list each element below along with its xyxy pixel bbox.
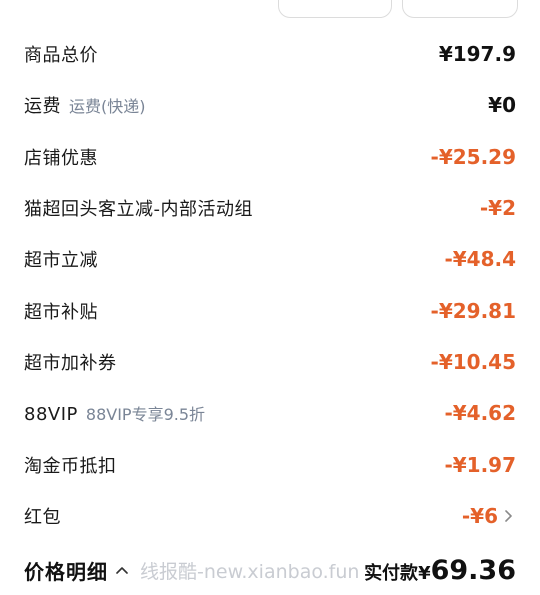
price-detail-toggle-label[interactable]: 价格明细 bbox=[24, 556, 108, 585]
price-row-returning-customer: 猫超回头客立减-内部活动组 -¥2 bbox=[24, 190, 516, 226]
price-row-store-discount: 店铺优惠 -¥25.29 bbox=[24, 139, 516, 175]
row-label-group: 运费 运费(快递) bbox=[24, 92, 146, 118]
row-label: 商品总价 bbox=[24, 45, 98, 66]
price-row-supermarket-cut: 超市立减 -¥48.4 bbox=[24, 241, 516, 277]
row-label: 超市加补券 bbox=[24, 353, 117, 374]
row-label-group: 88VIP 88VIP专享9.5折 bbox=[24, 401, 205, 425]
row-label: 超市补贴 bbox=[24, 302, 98, 323]
price-row-shipping: 运费 运费(快递) ¥0 bbox=[24, 87, 516, 123]
chevron-up-icon[interactable] bbox=[114, 562, 130, 578]
top-button-row bbox=[0, 0, 540, 18]
row-label: 店铺优惠 bbox=[24, 148, 98, 169]
price-row-extra-coupon: 超市加补券 -¥10.45 bbox=[24, 344, 516, 380]
row-label-group: 超市立减 bbox=[24, 246, 98, 272]
top-action-button-left[interactable] bbox=[278, 0, 392, 18]
row-amount: -¥1.97 bbox=[444, 453, 516, 477]
row-label-group: 淘金币抵扣 bbox=[24, 452, 117, 478]
chevron-right-icon bbox=[505, 510, 512, 522]
row-label: 红包 bbox=[24, 507, 61, 528]
row-label-group: 猫超回头客立减-内部活动组 bbox=[24, 195, 253, 221]
row-label-group: 店铺优惠 bbox=[24, 144, 98, 170]
price-row-supermarket-subsidy: 超市补贴 -¥29.81 bbox=[24, 293, 516, 329]
row-amount: -¥2 bbox=[479, 196, 516, 220]
paid-total: 实付款 ¥ 69.36 bbox=[364, 555, 516, 586]
price-detail-footer: 价格明细 线报酷-new.xianbao.fun 实付款 ¥ 69.36 bbox=[0, 545, 540, 595]
row-amount: -¥4.62 bbox=[444, 401, 516, 425]
row-label: 淘金币抵扣 bbox=[24, 456, 117, 477]
price-row-88vip: 88VIP 88VIP专享9.5折 -¥4.62 bbox=[24, 395, 516, 431]
paid-label: 实付款 bbox=[364, 562, 419, 584]
row-amount: -¥6 bbox=[461, 504, 498, 528]
row-amount: ¥0 bbox=[488, 93, 516, 117]
watermark-text: 线报酷-new.xianbao.fun bbox=[140, 560, 360, 583]
row-label-group: 超市补贴 bbox=[24, 298, 98, 324]
price-row-red-packet[interactable]: 红包 -¥6 bbox=[24, 498, 516, 534]
paid-value: 69.36 bbox=[430, 554, 516, 586]
row-amount-group: -¥6 bbox=[462, 504, 516, 528]
row-label: 运费 bbox=[24, 96, 61, 117]
row-amount: -¥25.29 bbox=[430, 145, 516, 169]
price-row-goods-total: 商品总价 ¥197.9 bbox=[24, 36, 516, 72]
paid-currency: ¥ bbox=[418, 562, 431, 584]
row-amount: ¥197.9 bbox=[438, 42, 516, 66]
price-detail-page: 商品总价 ¥197.9 运费 运费(快递) ¥0 店铺优惠 -¥25.29 猫超… bbox=[0, 0, 540, 595]
top-action-button-right[interactable] bbox=[402, 0, 518, 18]
row-label-group: 超市加补券 bbox=[24, 349, 117, 375]
row-label-group: 商品总价 bbox=[24, 41, 98, 67]
row-amount: -¥29.81 bbox=[430, 299, 516, 323]
row-amount: -¥48.4 bbox=[444, 247, 516, 271]
row-sublabel: 88VIP专享9.5折 bbox=[85, 405, 206, 424]
row-label-group: 红包 bbox=[24, 503, 61, 529]
row-label: 猫超回头客立减-内部活动组 bbox=[24, 199, 253, 220]
row-sublabel: 运费(快递) bbox=[69, 97, 146, 116]
row-amount: -¥10.45 bbox=[430, 350, 516, 374]
row-label: 88VIP bbox=[24, 404, 78, 425]
price-row-taojinbi: 淘金币抵扣 -¥1.97 bbox=[24, 447, 516, 483]
row-label: 超市立减 bbox=[24, 250, 98, 271]
